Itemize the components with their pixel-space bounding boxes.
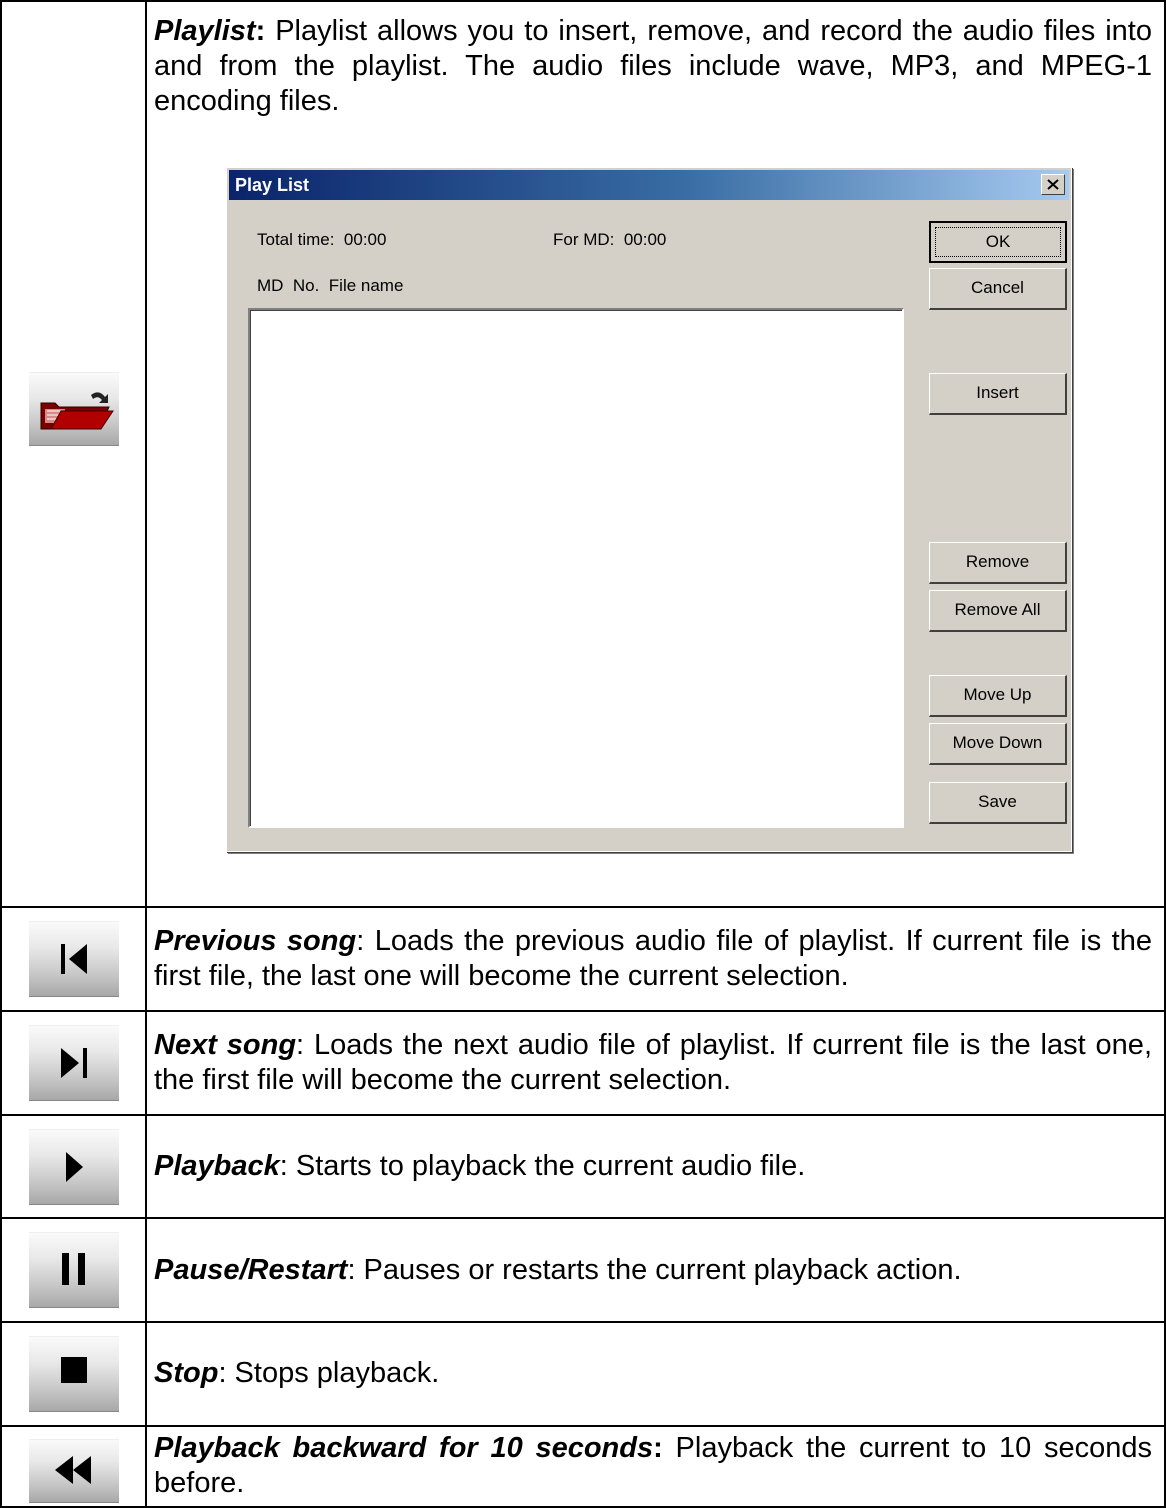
row-text: Playlist allows you to insert, remove, a… (154, 15, 1152, 117)
row-title-suffix: : (653, 1432, 663, 1465)
insert-button[interactable]: Insert (929, 373, 1067, 415)
table-row: Previous song: Loads the previous audio … (0, 906, 1166, 1013)
save-button[interactable]: Save (929, 782, 1067, 824)
ok-button[interactable]: OK (929, 221, 1067, 263)
row-text: : Starts to playback the current audio f… (279, 1150, 806, 1183)
table-row: Next song: Loads the next audio file of … (0, 1010, 1166, 1116)
total-time-label: Total time: 00:00 (257, 230, 387, 249)
table-row: Pause/Restart: Pauses or restarts the cu… (0, 1217, 1166, 1324)
row-text: : Stops playback. (218, 1357, 440, 1390)
row-description: Playback: Starts to playback the current… (145, 1113, 1166, 1220)
close-button[interactable] (1041, 174, 1065, 195)
table-row: Playback backward for 10 seconds: Playba… (0, 1424, 1166, 1508)
table-row: Stop: Stops playback. (0, 1321, 1166, 1427)
row-title: Playlist (154, 15, 256, 47)
next-track-icon[interactable] (28, 1024, 119, 1101)
list-column-headers: MD No. File name (257, 276, 404, 295)
icon-cell (0, 1424, 147, 1508)
row-title: Next song (154, 1028, 297, 1061)
row-description: Next song: Loads the next audio file of … (145, 1010, 1166, 1116)
previous-track-icon[interactable] (28, 921, 119, 998)
row-description: Playback backward for 10 seconds: Playba… (145, 1424, 1166, 1508)
icon-cell (0, 1321, 147, 1427)
move-down-button[interactable]: Move Down (929, 723, 1067, 765)
row-title: Pause/Restart (154, 1253, 348, 1286)
row-title: Previous song (154, 925, 357, 958)
pause-icon[interactable] (28, 1232, 119, 1309)
play-icon[interactable] (28, 1128, 119, 1205)
remove-all-button[interactable]: Remove All (929, 590, 1067, 632)
playlist-listbox[interactable] (248, 308, 904, 828)
dialog-titlebar[interactable]: Play List (229, 170, 1069, 200)
play-list-dialog: Play List Total time: 00:00 For MD: 00:0… (226, 167, 1072, 852)
row-title: Playback backward for 10 seconds (154, 1432, 654, 1465)
row-description: Stop: Stops playback. (145, 1321, 1166, 1427)
icon-cell (0, 906, 147, 1013)
row-title: Stop (154, 1357, 219, 1390)
ok-button-label: OK (935, 227, 1061, 257)
stop-icon[interactable] (28, 1335, 119, 1412)
icon-cell (0, 1113, 147, 1220)
row-title: Playback (154, 1150, 280, 1183)
remove-button[interactable]: Remove (929, 542, 1067, 584)
rewind-icon[interactable] (28, 1439, 119, 1504)
icon-cell (0, 1217, 147, 1324)
row-description: Previous song: Loads the previous audio … (145, 906, 1166, 1013)
close-icon (1047, 179, 1059, 190)
icon-cell (0, 1010, 147, 1116)
for-md-label: For MD: 00:00 (553, 230, 667, 249)
icon-cell (0, 0, 147, 909)
open-folder-icon[interactable] (28, 372, 119, 446)
row-text: : Pauses or restarts the current playbac… (347, 1253, 962, 1286)
dialog-title: Play List (235, 175, 310, 195)
row-description: Pause/Restart: Pauses or restarts the cu… (145, 1217, 1166, 1324)
cancel-button[interactable]: Cancel (929, 268, 1067, 310)
table-row: Playback: Starts to playback the current… (0, 1113, 1166, 1220)
row-title-suffix: : (255, 15, 266, 47)
move-up-button[interactable]: Move Up (929, 675, 1067, 717)
row-text: : Loads the next audio file of playlist.… (154, 1028, 1152, 1096)
